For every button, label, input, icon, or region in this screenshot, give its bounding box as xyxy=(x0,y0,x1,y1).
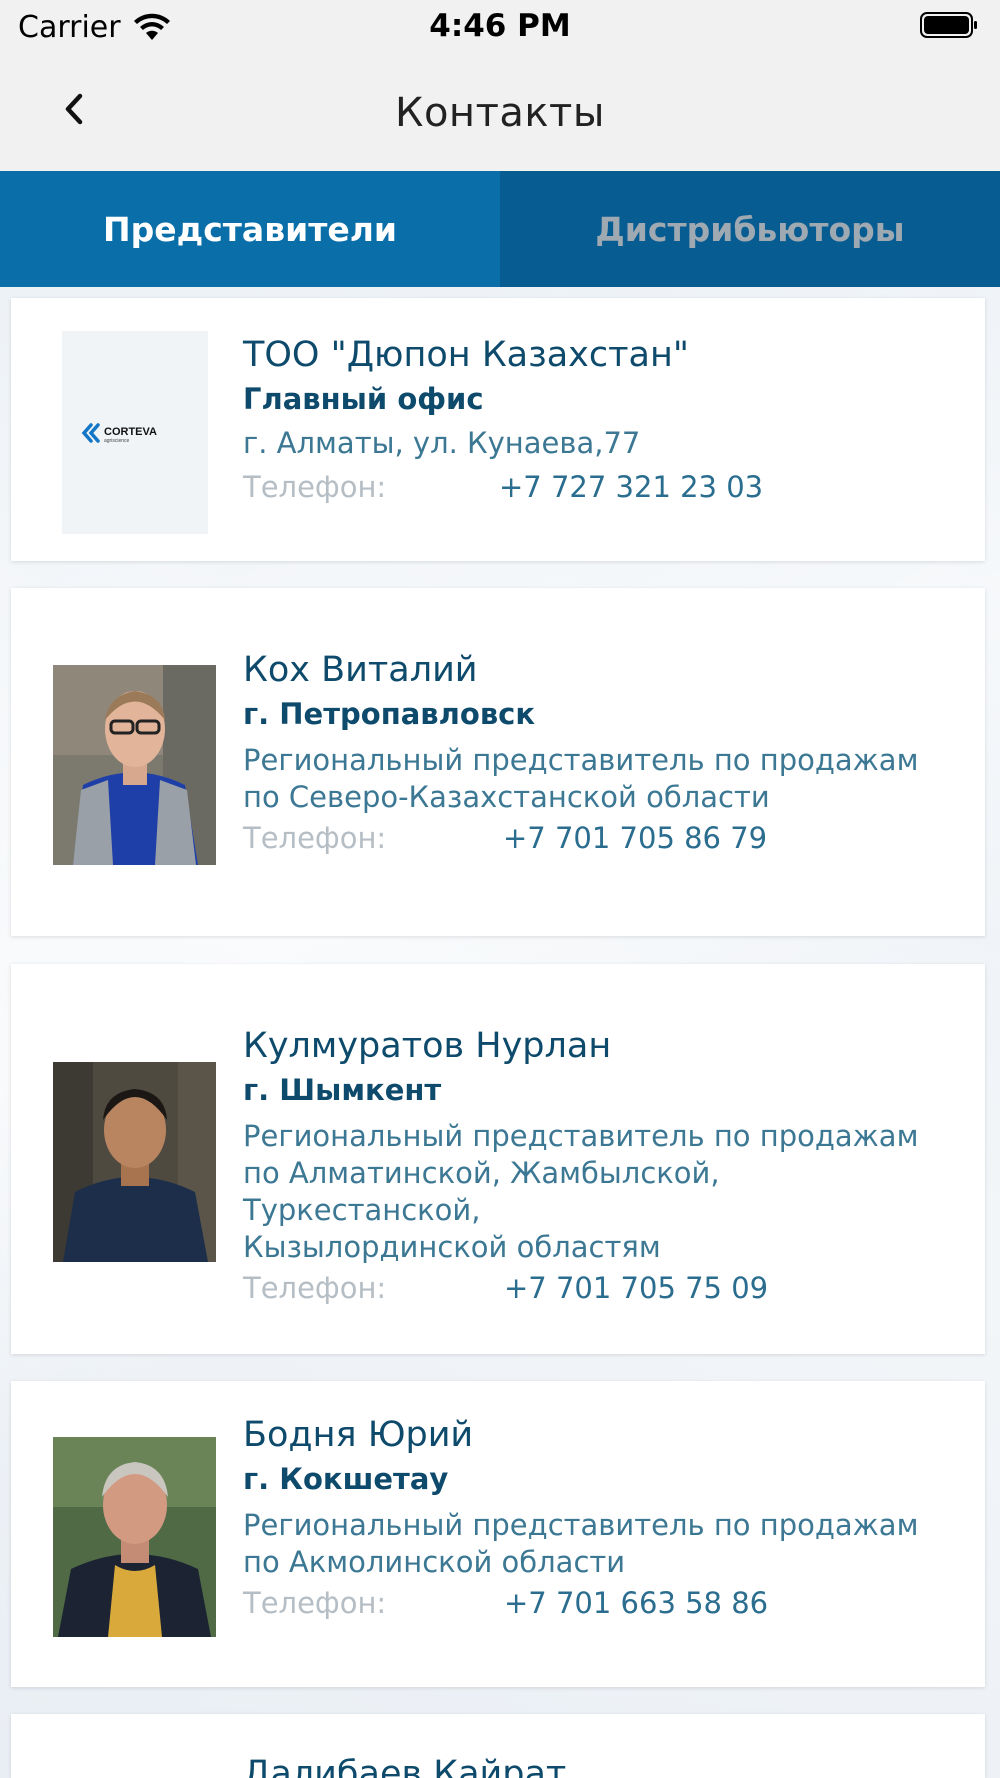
contact-card[interactable]: Далибаев Кайрат xyxy=(11,1714,985,1778)
contact-photo xyxy=(53,1437,216,1637)
segment-tabs: Представители Дистрибьюторы xyxy=(0,171,1000,287)
phone-number[interactable]: +7 701 663 58 86 xyxy=(504,1581,768,1625)
contact-photo xyxy=(53,665,216,865)
contact-address: г. Алматы, ул. Кунаева,77 xyxy=(243,426,641,460)
company-logo: CORTEVA agriscience xyxy=(62,331,208,534)
contact-city: г. Петропавловск xyxy=(243,697,536,731)
contact-name: ТОО "Дюпон Казахстан" xyxy=(243,335,689,375)
phone-label: Телефон: xyxy=(243,1586,387,1620)
contact-name: Кох Виталий xyxy=(243,650,478,690)
contact-description: Региональный представитель по продажам п… xyxy=(243,1119,919,1264)
contact-card[interactable]: Кулмуратов Нурлан г. Шымкент Региональны… xyxy=(11,964,985,1354)
phone-number[interactable]: +7 727 321 23 03 xyxy=(499,465,763,509)
phone-label: Телефон: xyxy=(243,1271,387,1305)
svg-text:CORTEVA: CORTEVA xyxy=(104,426,157,438)
contact-photo xyxy=(53,1062,216,1262)
contact-city: г. Кокшетау xyxy=(243,1462,449,1496)
contact-card[interactable]: Кох Виталий г. Петропавловск Региональны… xyxy=(11,588,985,936)
phone-label: Телефон: xyxy=(243,821,387,855)
phone-number[interactable]: +7 701 705 86 79 xyxy=(503,816,767,860)
tab-representatives[interactable]: Представители xyxy=(0,171,500,287)
contact-card[interactable]: CORTEVA agriscience ТОО "Дюпон Казахстан… xyxy=(11,298,985,561)
corteva-logo-icon: CORTEVA agriscience xyxy=(81,423,157,444)
contact-card[interactable]: Бодня Юрий г. Кокшетау Региональный пред… xyxy=(11,1381,985,1687)
clock: 4:46 PM xyxy=(429,8,571,44)
contact-name: Бодня Юрий xyxy=(243,1415,474,1455)
page-title: Контакты xyxy=(395,90,605,136)
status-bar: Carrier 4:46 PM xyxy=(0,0,1000,54)
phone-row[interactable]: Телефон: +7 701 663 58 86 xyxy=(243,1581,955,1625)
tab-distributors[interactable]: Дистрибьюторы xyxy=(500,171,1000,287)
phone-row[interactable]: Телефон: +7 701 705 86 79 xyxy=(243,816,955,860)
navigation-bar: Контакты xyxy=(0,54,1000,171)
phone-row[interactable]: Телефон: +7 727 321 23 03 xyxy=(243,465,955,509)
phone-row[interactable]: Телефон: +7 701 705 75 09 xyxy=(243,1266,955,1310)
contact-subtitle: Главный офис xyxy=(243,382,484,416)
phone-label: Телефон: xyxy=(243,470,387,504)
contact-description: Региональный представитель по продажам п… xyxy=(243,1508,919,1579)
phone-number[interactable]: +7 701 705 75 09 xyxy=(504,1266,768,1310)
battery-icon xyxy=(920,12,977,38)
contact-name: Далибаев Кайрат xyxy=(243,1754,567,1778)
contact-name: Кулмуратов Нурлан xyxy=(243,1026,612,1066)
contact-city: г. Шымкент xyxy=(243,1073,442,1107)
svg-text:agriscience: agriscience xyxy=(104,438,130,444)
contact-description: Региональный представитель по продажам п… xyxy=(243,743,919,814)
